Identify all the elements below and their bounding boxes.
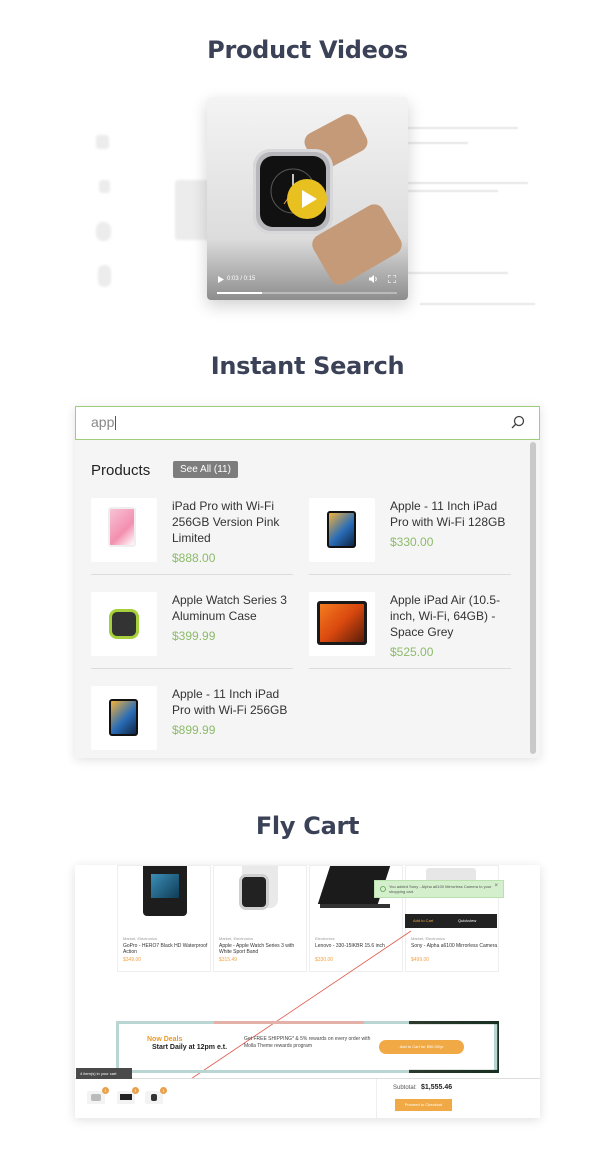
search-result[interactable]: Apple - 11 Inch iPad Pro with Wi-Fi 128G… — [309, 498, 511, 562]
ghost-line — [420, 303, 535, 305]
cart-item-badge: 1 — [160, 1087, 167, 1094]
fly-cart-demo: Market, Electronics GoPro - HERO7 Black … — [75, 865, 540, 1118]
product-thumbnail — [309, 592, 375, 656]
divider — [91, 574, 293, 575]
search-icon[interactable] — [511, 415, 525, 429]
section-title-search: Instant Search — [210, 352, 405, 380]
section-title-cart: Fly Cart — [255, 812, 360, 840]
product-name[interactable]: iPad Pro with Wi-Fi 256GB Version Pink L… — [172, 498, 297, 546]
thumbnail-1[interactable] — [96, 135, 109, 149]
fullscreen-icon[interactable] — [388, 275, 396, 283]
volume-icon[interactable] — [369, 275, 378, 283]
product-name[interactable]: Apple - 11 Inch iPad Pro with Wi-Fi 256G… — [172, 686, 297, 718]
video-player[interactable]: 0:03 / 0:15 — [207, 97, 408, 300]
video-progress-bar[interactable] — [217, 292, 397, 294]
product-price: $899.99 — [172, 723, 216, 737]
ghost-line — [408, 182, 528, 184]
ghost-line — [408, 142, 468, 144]
ghost-line — [408, 190, 498, 192]
promo-start: Start Daily at 12pm e.t. — [152, 1044, 228, 1051]
play-icon[interactable] — [218, 276, 224, 283]
product-price: $399.99 — [172, 629, 216, 643]
search-result[interactable]: Apple - 11 Inch iPad Pro with Wi-Fi 256G… — [91, 686, 293, 750]
product-price: $330.00 — [390, 535, 434, 549]
cart-summary: Subtotal: $1,555.46 Proceed to Checkout — [376, 1079, 540, 1118]
product-name[interactable]: Apple iPad Air (10.5-inch, Wi-Fi, 64GB) … — [390, 592, 515, 640]
scrollbar[interactable] — [530, 442, 536, 754]
play-button[interactable] — [287, 179, 327, 219]
checkout-button[interactable]: Proceed to Checkout — [395, 1099, 452, 1111]
thumbnail-3[interactable] — [96, 222, 111, 241]
ghost-title — [408, 127, 518, 129]
cart-mini-item[interactable]: 1 — [117, 1087, 139, 1104]
search-input[interactable]: app — [75, 406, 540, 440]
cart-items-tab[interactable]: 4 item(s) in your cart — [76, 1068, 132, 1079]
section-title-videos: Product Videos — [207, 36, 408, 64]
video-time: 0:03 / 0:15 — [227, 276, 256, 282]
subtotal-value: $1,555.46 — [421, 1084, 453, 1091]
product-name[interactable]: Apple Watch Series 3 Aluminum Case — [172, 592, 297, 624]
products-heading: Products — [91, 462, 151, 479]
cart-mini-item[interactable]: 1 — [145, 1087, 167, 1104]
see-all-button[interactable]: See All (11) — [173, 461, 238, 478]
video-controls: 0:03 / 0:15 — [207, 264, 408, 300]
search-dropdown: app Products See All (11) iPad Pro with … — [75, 406, 540, 758]
divider — [309, 574, 511, 575]
search-result[interactable]: Apple Watch Series 3 Aluminum Case $399.… — [91, 592, 293, 656]
product-price: $888.00 — [172, 551, 216, 565]
product-thumbnail — [91, 592, 157, 656]
thumbnail-4[interactable] — [98, 265, 111, 287]
cart-item-badge: 1 — [102, 1087, 109, 1094]
product-thumbnail — [309, 498, 375, 562]
product-price: $525.00 — [390, 645, 434, 659]
divider — [91, 668, 293, 669]
ghost-line — [408, 272, 508, 274]
subtotal-label: Subtotal: — [393, 1085, 417, 1091]
video-progress-fill — [217, 292, 262, 294]
thumbnail-2[interactable] — [99, 180, 110, 193]
promo-message: Get FREE SHIPPING* & 5% rewards on every… — [244, 1036, 371, 1049]
product-name[interactable]: Apple - 11 Inch iPad Pro with Wi-Fi 128G… — [390, 498, 515, 530]
cart-mini-item[interactable]: 1 — [87, 1087, 109, 1104]
fly-cart-bar: 4 item(s) in your cart 1 1 1 Subtotal: $… — [75, 1068, 540, 1118]
promo-button[interactable]: Add to Cart for $50.00/yr — [379, 1040, 464, 1054]
divider — [309, 668, 511, 669]
promo-banner: Now Deals Start Daily at 12pm e.t. Get F… — [116, 1021, 499, 1073]
main-product-image — [175, 180, 211, 240]
promo-deal: Now Deals — [147, 1036, 183, 1043]
search-result[interactable]: Apple iPad Air (10.5-inch, Wi-Fi, 64GB) … — [309, 592, 511, 660]
product-thumbnail — [91, 686, 157, 750]
search-result[interactable]: iPad Pro with Wi-Fi 256GB Version Pink L… — [91, 498, 293, 566]
cart-item-badge: 1 — [132, 1087, 139, 1094]
product-thumbnail — [91, 498, 157, 562]
